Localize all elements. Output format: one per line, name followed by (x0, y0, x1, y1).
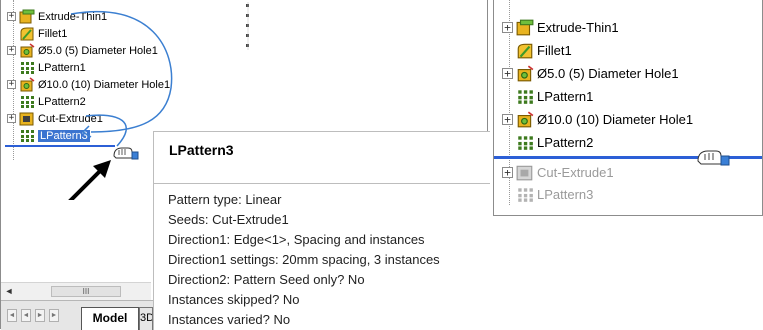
tree-item-lpattern3-suppressed[interactable]: LPattern3 (516, 184, 593, 204)
manager-tabs-bar: ◄ ◄ ► ► Model 3D (1, 300, 153, 330)
tree-item-extrude-thin1[interactable]: + Extrude-Thin1 (502, 17, 619, 37)
reorder-arc-head (81, 125, 92, 138)
tooltip-line: Pattern type: Linear (168, 192, 282, 207)
tree-item-cut-extrude1-suppressed[interactable]: + Cut-Extrude1 (502, 162, 614, 182)
horizontal-scrollbar[interactable]: ◄ III (1, 282, 151, 300)
left-panel: + Extrude-Thin1 Fillet1 + Ø5.0 (5) Diame… (0, 0, 490, 330)
pointer-arrow-shaft (68, 166, 105, 200)
tree-item-label: Fillet1 (537, 42, 572, 58)
tab-last-button[interactable]: ► (49, 309, 59, 322)
reorder-arc-outer (70, 10, 173, 133)
tooltip-line: Instances varied? No (168, 312, 291, 327)
tree-item-label: LPattern2 (537, 134, 594, 150)
drag-hand-cursor-icon (113, 147, 139, 160)
tooltip-line: Direction1: Edge<1>, Spacing and instanc… (168, 232, 425, 247)
tree-item-label: LPattern3 (537, 186, 594, 202)
extrude-thin-icon (516, 19, 534, 35)
expand-toggle[interactable]: + (502, 67, 513, 79)
tooltip-divider (154, 183, 490, 184)
tooltip-line: Direction2: Pattern Seed only? No (168, 272, 365, 287)
tree-item-hole10[interactable]: + Ø10.0 (10) Diameter Hole1 (502, 109, 693, 129)
tooltip-title: LPattern3 (169, 142, 234, 158)
tree-item-label: Ø10.0 (10) Diameter Hole1 (537, 111, 694, 127)
linear-pattern-icon (518, 135, 533, 150)
cut-extrude-icon (516, 165, 533, 180)
fillet-icon (517, 43, 533, 58)
tree-item-hole5[interactable]: + Ø5.0 (5) Diameter Hole1 (502, 63, 679, 83)
tooltip-line: Seeds: Cut-Extrude1 (168, 212, 289, 227)
expand-toggle[interactable]: + (502, 166, 513, 178)
hole-wizard-icon (517, 65, 534, 81)
tree-item-label: Cut-Extrude1 (537, 164, 614, 180)
linear-pattern-icon (518, 187, 533, 202)
tab-prev-button[interactable]: ◄ (21, 309, 31, 322)
expand-toggle[interactable]: + (502, 113, 513, 125)
tree-item-lpattern1[interactable]: LPattern1 (516, 86, 593, 106)
tooltip-line: Instances skipped? No (168, 292, 300, 307)
expand-toggle[interactable]: + (502, 21, 513, 33)
linear-pattern-icon (518, 89, 533, 104)
tab-first-button[interactable]: ◄ (7, 309, 17, 322)
tree-item-lpattern2[interactable]: LPattern2 (516, 132, 593, 152)
tree-item-label: LPattern1 (537, 88, 594, 104)
hole-wizard-icon (517, 111, 534, 127)
tree-item-label: Extrude-Thin1 (537, 19, 619, 35)
tooltip-line: Direction1 settings: 20mm spacing, 3 ins… (168, 252, 440, 267)
tab-next-button[interactable]: ► (35, 309, 45, 322)
tree-item-label: Ø5.0 (5) Diameter Hole1 (537, 65, 679, 81)
right-panel: + Extrude-Thin1 Fillet1 + Ø5.0 (5) Diame… (493, 0, 763, 216)
scroll-left-button[interactable]: ◄ (3, 285, 15, 298)
tab-model[interactable]: Model (81, 307, 139, 330)
feature-tooltip: LPattern3 Pattern type: Linear Seeds: Cu… (153, 131, 490, 330)
tab-3d-views[interactable]: 3D (139, 307, 153, 330)
tree-item-fillet1[interactable]: Fillet1 (516, 40, 572, 60)
drag-hand-cursor-icon (697, 150, 730, 166)
scroll-thumb[interactable]: III (51, 286, 121, 297)
